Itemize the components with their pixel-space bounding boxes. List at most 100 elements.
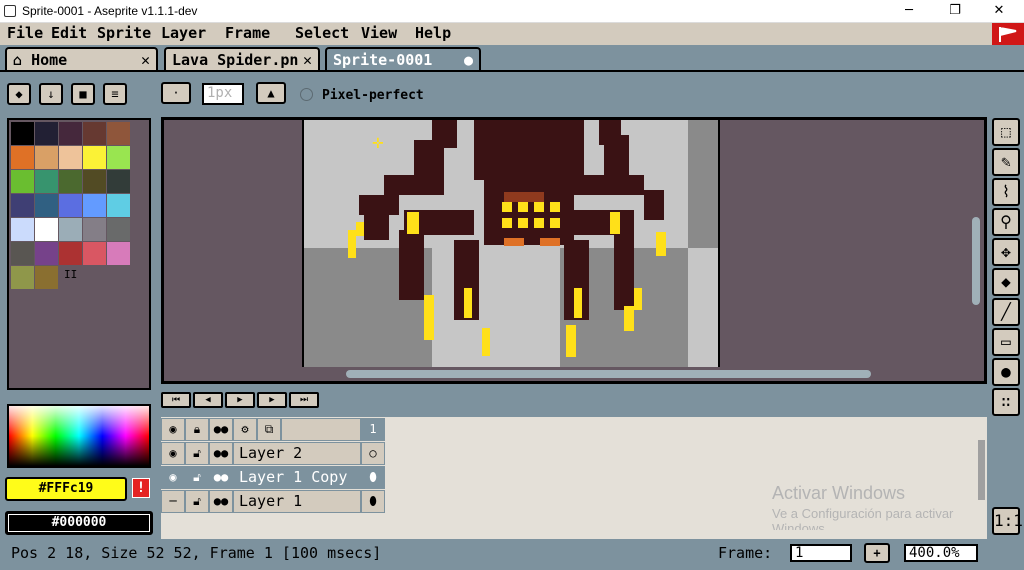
lock-icon[interactable]: 🔓︎ xyxy=(185,442,209,465)
layer-row[interactable]: ─ 🔓︎ ●● Layer 1 ⬮ xyxy=(161,490,385,513)
sprite-canvas[interactable]: ✛ xyxy=(302,120,720,367)
frame-header[interactable]: 1 xyxy=(361,418,385,441)
sprite-editor[interactable]: ✛ xyxy=(161,117,987,384)
palette-swatch[interactable] xyxy=(83,242,106,265)
palette-swatch[interactable] xyxy=(83,218,106,241)
frame-input[interactable]: 1 xyxy=(790,544,852,562)
move-icon[interactable]: ✥ xyxy=(992,238,1020,266)
brush-size-input[interactable]: 1px xyxy=(202,83,244,105)
pencil-icon[interactable]: ✎ xyxy=(992,148,1020,176)
palette-swatch[interactable] xyxy=(59,170,82,193)
rectangle-icon[interactable]: ▭ xyxy=(992,328,1020,356)
timeline-scrollbar[interactable] xyxy=(978,440,985,500)
palette-swatch[interactable] xyxy=(35,146,58,169)
last-frame-button[interactable]: ⏭ xyxy=(289,392,319,408)
background-color-button[interactable]: #000000 xyxy=(5,511,153,535)
palette-swatch[interactable] xyxy=(107,170,130,193)
add-frame-button[interactable]: + xyxy=(864,543,890,563)
layer-row[interactable]: ◉ 🔓︎ ●● Layer 2 ○ xyxy=(161,442,385,465)
layer-row[interactable]: ◉ 🔓︎ ●● Layer 1 Copy ⬮ xyxy=(161,466,385,489)
palette-swatch[interactable] xyxy=(11,266,34,289)
continuous-icon[interactable]: ●● xyxy=(209,466,233,489)
palette-swatch[interactable] xyxy=(83,194,106,217)
tab-sprite-0001[interactable]: Sprite-0001 ● xyxy=(325,47,481,71)
zoom-reset-button[interactable]: 1:1 xyxy=(992,507,1023,535)
menu-icon[interactable]: ≡ xyxy=(103,83,127,105)
vertical-scrollbar[interactable] xyxy=(972,217,980,305)
foreground-color-button[interactable]: #FFFc19 xyxy=(5,477,127,501)
tab-lava-spider[interactable]: Lava Spider.pn ✕ xyxy=(164,47,320,71)
palette-swatch[interactable] xyxy=(59,218,82,241)
lock-icon[interactable]: 🔓︎ xyxy=(185,490,209,513)
cel-icon[interactable]: ⬮ xyxy=(361,490,385,513)
palette-swatch[interactable] xyxy=(35,266,58,289)
layer-name[interactable]: Layer 1 Copy xyxy=(233,466,361,489)
layer-name[interactable]: Layer 1 xyxy=(233,490,361,513)
play-button[interactable]: ▶ xyxy=(225,392,255,408)
zoom-input[interactable]: 400.0% xyxy=(904,544,978,562)
continuous-icon[interactable]: ●● xyxy=(209,418,233,441)
folder-icon[interactable]: ■ xyxy=(71,83,95,105)
eraser-icon[interactable]: ◆ xyxy=(7,83,31,105)
palette-swatch[interactable] xyxy=(11,146,34,169)
palette-swatch[interactable] xyxy=(11,242,34,265)
tab-close-icon[interactable]: ✕ xyxy=(141,51,150,69)
palette-swatch[interactable] xyxy=(11,170,34,193)
palette-swatch[interactable] xyxy=(35,242,58,265)
lock-icon[interactable]: 🔓︎ xyxy=(185,466,209,489)
pixel-perfect-checkbox[interactable] xyxy=(300,88,313,101)
tab-home[interactable]: ⌂ Home ✕ xyxy=(5,47,158,71)
layer-name[interactable]: Layer 2 xyxy=(233,442,361,465)
continuous-icon[interactable]: ●● xyxy=(209,490,233,513)
palette-swatch[interactable] xyxy=(107,122,130,145)
marquee-icon[interactable]: ⬚ xyxy=(992,118,1020,146)
download-icon[interactable]: ↓ xyxy=(39,83,63,105)
palette-swatch[interactable] xyxy=(107,242,130,265)
eye-icon[interactable]: ◉ xyxy=(161,442,185,465)
zoom-icon[interactable]: ⚲ xyxy=(992,208,1020,236)
palette-swatch[interactable] xyxy=(83,146,106,169)
lock-icon[interactable]: 🔒︎ xyxy=(185,418,209,441)
brush-shape-button[interactable]: · xyxy=(161,82,191,104)
first-frame-button[interactable]: ⏮ xyxy=(161,392,191,408)
menu-layer[interactable]: Layer xyxy=(161,24,206,42)
spray-icon[interactable]: ∷ xyxy=(992,388,1020,416)
menu-sprite[interactable]: Sprite xyxy=(97,24,151,42)
palette-swatch[interactable] xyxy=(83,170,106,193)
warning-icon[interactable]: ! xyxy=(132,478,150,498)
menu-edit[interactable]: Edit xyxy=(51,24,87,42)
blob-icon[interactable]: ● xyxy=(992,358,1020,386)
palette-swatch[interactable] xyxy=(11,218,34,241)
prev-frame-button[interactable]: ◀ xyxy=(193,392,223,408)
next-frame-button[interactable]: ▶ xyxy=(257,392,287,408)
eye-icon[interactable]: ◉ xyxy=(161,466,185,489)
palette-swatch[interactable] xyxy=(35,122,58,145)
menu-view[interactable]: View xyxy=(361,24,397,42)
horizontal-scrollbar[interactable] xyxy=(346,370,871,378)
ink-icon[interactable]: ▲ xyxy=(256,82,286,104)
palette-swatch[interactable] xyxy=(59,122,82,145)
palette-swatch[interactable] xyxy=(107,194,130,217)
palette-swatch[interactable] xyxy=(35,170,58,193)
close-window-button[interactable]: ✕ xyxy=(976,0,1022,23)
onion-skin-icon[interactable]: ⧉ xyxy=(257,418,281,441)
palette-swatch[interactable] xyxy=(35,218,58,241)
menu-frame[interactable]: Frame xyxy=(225,24,270,42)
palette-swatch[interactable] xyxy=(107,218,130,241)
menu-select[interactable]: Select xyxy=(295,24,349,42)
palette-swatch[interactable] xyxy=(59,242,82,265)
menu-file[interactable]: File xyxy=(7,24,43,42)
tab-modified-icon[interactable]: ● xyxy=(464,51,473,69)
flag-icon[interactable] xyxy=(992,23,1024,45)
minimize-button[interactable]: ─ xyxy=(886,0,932,23)
line-icon[interactable]: ╱ xyxy=(992,298,1020,326)
cel-icon[interactable]: ⬮ xyxy=(361,466,385,489)
gear-icon[interactable]: ⚙ xyxy=(233,418,257,441)
eye-icon[interactable]: ─ xyxy=(161,490,185,513)
tab-close-icon[interactable]: ✕ xyxy=(303,51,312,69)
continuous-icon[interactable]: ●● xyxy=(209,442,233,465)
menu-help[interactable]: Help xyxy=(415,24,451,42)
maximize-button[interactable]: ❐ xyxy=(932,0,978,23)
cel-icon[interactable]: ○ xyxy=(361,442,385,465)
palette-swatch[interactable] xyxy=(59,194,82,217)
